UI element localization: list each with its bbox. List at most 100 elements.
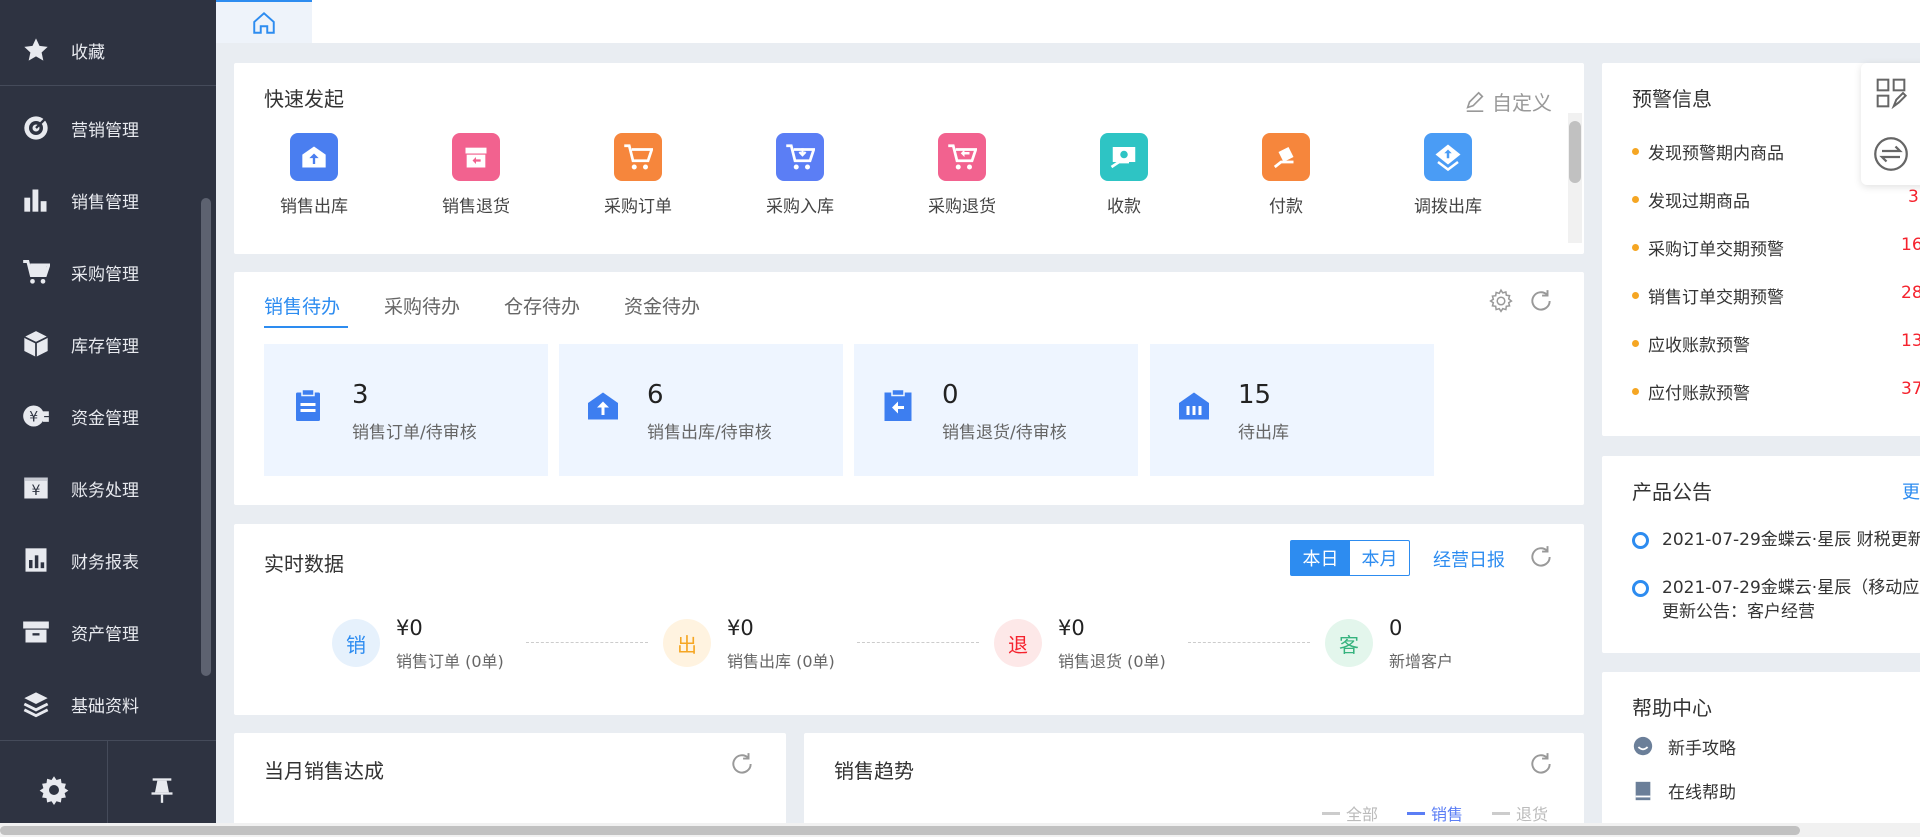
quick-item-purchase-in[interactable]: 采购入库: [740, 133, 860, 217]
dashed-divider: [526, 642, 648, 643]
cart-return-icon: [938, 133, 986, 181]
monthly-target-card: 当月销售达成: [234, 733, 786, 837]
sidebar-item-accounting[interactable]: ¥ 账务处理: [0, 458, 216, 518]
sidebar-item-assets[interactable]: 资产管理: [0, 602, 216, 662]
stat-sales-order-pending[interactable]: 3 销售订单/待审核: [264, 344, 548, 476]
warning-count: 3: [1908, 187, 1919, 207]
tab-sales-todo[interactable]: 销售待办: [264, 292, 340, 319]
sidebar-item-purchase[interactable]: 采购管理: [0, 242, 216, 302]
quick-item-label: 调拨出库: [1414, 197, 1482, 217]
help-label: 新手攻略: [1668, 739, 1736, 759]
bullet-ring: [1632, 580, 1649, 597]
cart-in-icon: [776, 133, 824, 181]
tab-purchase-todo[interactable]: 采购待办: [384, 292, 460, 319]
home-icon: [253, 11, 275, 34]
rt-value: ¥0: [396, 616, 423, 640]
svg-text:¥: ¥: [32, 483, 41, 499]
sidebar-item-label: 基础资料: [71, 696, 139, 717]
legend-sales[interactable]: 销售: [1407, 801, 1463, 825]
refresh-icon[interactable]: [1528, 544, 1554, 570]
today-button[interactable]: 本日: [1291, 541, 1350, 575]
sidebar-item-label: 收藏: [71, 42, 105, 63]
quick-item-receipt[interactable]: 收款: [1064, 133, 1184, 217]
quick-scrollbar-track[interactable]: [1568, 113, 1582, 243]
realtime-card: 实时数据 本日 本月 经营日报 销 ¥0 销售订单 (0单) 出 ¥0 销售出库…: [234, 524, 1584, 715]
bullet-ring: [1632, 532, 1649, 549]
sidebar-item-favorites[interactable]: 收藏: [0, 20, 216, 80]
horizontal-scrollbar-thumb[interactable]: [0, 826, 1800, 835]
daily-report-link[interactable]: 经营日报: [1433, 546, 1505, 572]
transfer-icon: [1424, 133, 1472, 181]
quick-scrollbar-thumb[interactable]: [1569, 121, 1581, 183]
stat-sales-out-pending[interactable]: 6 销售出库/待审核: [559, 344, 843, 476]
legend-all[interactable]: 全部: [1322, 801, 1378, 825]
layout-edit-icon[interactable]: [1875, 77, 1907, 109]
sidebar-item-reports[interactable]: 财务报表: [0, 530, 216, 590]
dashed-divider: [1188, 642, 1310, 643]
sidebar-item-label: 资金管理: [71, 408, 139, 429]
active-tab-indicator: [264, 326, 348, 328]
money-icon: ¥: [23, 405, 49, 427]
customize-button[interactable]: 自定义: [1464, 87, 1552, 116]
bullet-dot: [1632, 340, 1639, 347]
bullet-dot: [1632, 148, 1639, 155]
tab-warehouse-todo[interactable]: 仓存待办: [504, 292, 580, 319]
rt-value: ¥0: [727, 616, 754, 640]
sidebar-item-label: 采购管理: [71, 264, 139, 285]
stat-pending-out[interactable]: 15 待出库: [1150, 344, 1434, 476]
floating-toolbar: [1861, 63, 1920, 185]
card-title: 快速发起: [264, 87, 344, 111]
refresh-icon[interactable]: [1528, 288, 1554, 314]
quick-item-transfer-out[interactable]: 调拨出库: [1388, 133, 1508, 217]
tab-home[interactable]: [216, 0, 312, 43]
sidebar-item-marketing[interactable]: 营销管理: [0, 98, 216, 158]
quick-item-label: 采购退货: [928, 197, 996, 217]
sidebar-item-sales[interactable]: 销售管理: [0, 170, 216, 230]
refresh-icon[interactable]: [729, 751, 755, 777]
quick-item-sales-out[interactable]: 销售出库: [254, 133, 374, 217]
settings-gear-icon[interactable]: [1488, 288, 1514, 314]
tab-bar: [216, 0, 1920, 43]
card-title: 实时数据: [264, 552, 344, 576]
legend-returns[interactable]: 退货: [1492, 801, 1548, 825]
archive-icon: [23, 621, 49, 643]
warning-label: 采购订单交期预警: [1648, 240, 1784, 260]
quick-item-label: 付款: [1269, 197, 1303, 217]
more-link[interactable]: 更: [1902, 478, 1920, 504]
bullet-dot: [1632, 196, 1639, 203]
dashed-divider: [857, 642, 979, 643]
sidebar: 收藏 营销管理 销售管理 采购管理 库存管理 ¥ 资金管理 ¥ 账务处理 财务报…: [0, 0, 216, 837]
edit-icon: [1466, 91, 1484, 112]
sidebar-item-funds[interactable]: ¥ 资金管理: [0, 386, 216, 446]
quick-item-payment[interactable]: 付款: [1226, 133, 1346, 217]
announcement-text: 2021-07-29金蝶云·星辰 财税更新: [1662, 530, 1920, 550]
legend-label: 全部: [1346, 805, 1379, 824]
cart-icon: [614, 133, 662, 181]
quick-item-purchase-order[interactable]: 采购订单: [578, 133, 698, 217]
quick-item-sales-return[interactable]: 销售退货: [416, 133, 536, 217]
stat-sales-return-pending[interactable]: 0 销售退货/待审核: [854, 344, 1138, 476]
sidebar-item-basic-data[interactable]: 基础资料: [0, 674, 216, 734]
quick-item-purchase-return[interactable]: 采购退货: [902, 133, 1022, 217]
quick-item-label: 销售出库: [280, 197, 348, 217]
cart-icon: [23, 260, 50, 284]
return-box-icon: [452, 133, 500, 181]
stat-label: 销售出库/待审核: [647, 423, 772, 443]
quick-item-label: 采购订单: [604, 197, 672, 217]
sidebar-scrollbar[interactable]: [201, 198, 211, 676]
month-button[interactable]: 本月: [1350, 541, 1409, 575]
switch-icon[interactable]: [1873, 136, 1909, 172]
svg-text:¥: ¥: [29, 409, 38, 425]
return-doc-icon: [884, 388, 912, 421]
customize-label: 自定义: [1492, 91, 1552, 115]
warning-label: 应收账款预警: [1648, 336, 1750, 356]
chat-icon: [1633, 736, 1653, 756]
warehouse-out-icon: [290, 133, 338, 181]
sidebar-item-inventory[interactable]: 库存管理: [0, 314, 216, 374]
bullet-dot: [1632, 292, 1639, 299]
tab-funds-todo[interactable]: 资金待办: [624, 292, 700, 319]
rt-label: 销售订单 (0单): [396, 652, 504, 671]
sales-out-badge: 出: [663, 619, 711, 667]
refresh-icon[interactable]: [1528, 751, 1554, 777]
horizontal-scrollbar-track[interactable]: [0, 823, 1920, 837]
